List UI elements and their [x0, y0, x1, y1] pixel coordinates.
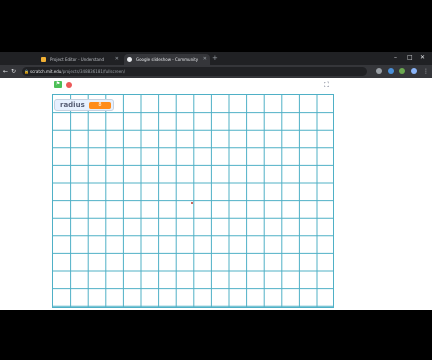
minimize-icon[interactable]: – [394, 53, 397, 62]
stop-button[interactable] [66, 82, 72, 88]
url-host: scratch.mit.edu [30, 69, 62, 74]
tab-close-icon[interactable]: ✕ [203, 54, 207, 65]
monitor-label: radius [60, 101, 85, 109]
tab-close-icon[interactable]: ✕ [115, 54, 119, 65]
reload-icon[interactable]: ↻ [11, 67, 16, 76]
extension-icon-2[interactable] [399, 68, 405, 74]
browser-tab-1[interactable]: Project Editor - Understand ✕ [38, 54, 122, 65]
url-path: /projects/348836181/fullscreen/ [61, 69, 126, 74]
profile-avatar[interactable] [411, 68, 417, 74]
bookmark-star-icon[interactable] [376, 68, 382, 74]
lock-icon: 🔒 [24, 69, 29, 74]
exit-fullscreen-icon[interactable]: ⛶ [324, 81, 329, 89]
menu-icon[interactable]: ⋮ [423, 67, 429, 76]
sprite-dot[interactable] [191, 202, 193, 204]
green-flag-button[interactable]: ⚑ [54, 81, 62, 88]
address-toolbar: ← ↻ 🔒 scratch.mit.edu/projects/348836181… [0, 65, 432, 78]
extension-icon[interactable] [388, 68, 394, 74]
tab-favicon-icon [127, 57, 132, 62]
project-stage[interactable] [52, 94, 334, 308]
address-bar[interactable]: 🔒 scratch.mit.edu/projects/348836181/ful… [22, 67, 367, 76]
variable-monitor: radius 8 [54, 99, 114, 111]
maximize-icon[interactable]: □ [407, 53, 413, 62]
new-tab-button[interactable]: + [212, 54, 218, 63]
monitor-value: 8 [89, 102, 111, 109]
tab-label: Project Editor - Understand [50, 57, 105, 62]
tab-label: Google slideshow - Community [136, 57, 199, 62]
back-icon[interactable]: ← [3, 67, 8, 76]
browser-tab-2[interactable]: Google slideshow - Community ✕ [124, 54, 210, 65]
window-close-icon[interactable]: ✕ [420, 53, 425, 62]
grid-backdrop [53, 95, 333, 307]
tab-favicon-icon [41, 57, 46, 62]
